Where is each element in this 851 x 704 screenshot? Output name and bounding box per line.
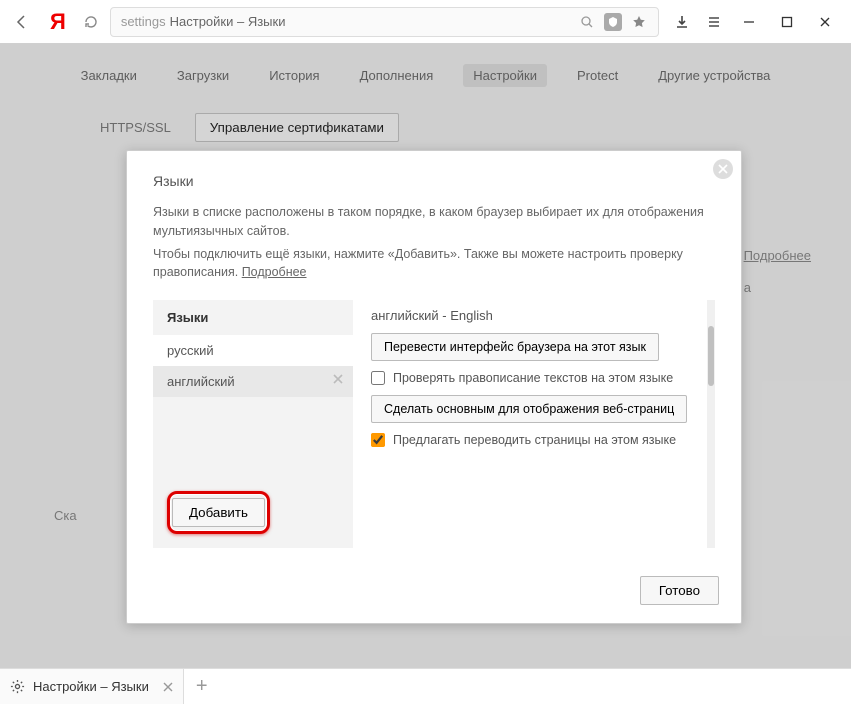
address-prefix: settings [121, 14, 166, 29]
offer-translate-label: Предлагать переводить страницы на этом я… [393, 433, 676, 447]
language-list-panel: Языки русскийанглийский Добавить [153, 300, 353, 548]
window-maximize-button[interactable] [775, 10, 799, 34]
shield-icon[interactable] [604, 13, 622, 31]
bookmark-star-icon[interactable] [630, 13, 648, 31]
tab-bar: Настройки – Языки + [0, 668, 851, 704]
modal-description-2: Чтобы подключить ещё языки, нажмите «Доб… [153, 245, 715, 283]
address-title: Настройки – Языки [170, 14, 286, 29]
add-language-button[interactable]: Добавить [172, 498, 265, 527]
new-tab-button[interactable]: + [184, 675, 220, 698]
tab-label: Настройки – Языки [33, 679, 149, 694]
language-detail-panel: английский - English Перевести интерфейс… [353, 300, 715, 548]
modal-title: Языки [153, 173, 715, 189]
content-area: ЗакладкиЗагрузкиИсторияДополненияНастрой… [0, 44, 851, 668]
spellcheck-checkbox[interactable] [371, 371, 385, 385]
learn-more-link[interactable]: Подробнее [242, 265, 307, 279]
translate-ui-button[interactable]: Перевести интерфейс браузера на этот язы… [371, 333, 659, 361]
add-button-highlight: Добавить [167, 491, 270, 534]
browser-tab[interactable]: Настройки – Языки [0, 669, 184, 704]
window-minimize-button[interactable] [737, 10, 761, 34]
languages-modal: Языки Языки в списке расположены в таком… [126, 150, 742, 624]
address-bar[interactable]: settings Настройки – Языки [110, 7, 659, 37]
done-button[interactable]: Готово [640, 576, 719, 605]
set-primary-button[interactable]: Сделать основным для отображения веб-стр… [371, 395, 687, 423]
tab-close-button[interactable] [163, 682, 173, 692]
gear-icon [10, 679, 25, 694]
language-item[interactable]: русский [153, 335, 353, 366]
yandex-logo[interactable]: Я [50, 9, 66, 35]
offer-translate-checkbox-row[interactable]: Предлагать переводить страницы на этом я… [371, 433, 697, 447]
language-item[interactable]: английский [153, 366, 353, 397]
selected-language-title: английский - English [371, 308, 697, 323]
window-close-button[interactable] [813, 10, 837, 34]
browser-toolbar: Я settings Настройки – Языки [0, 0, 851, 44]
search-icon[interactable] [578, 13, 596, 31]
spellcheck-checkbox-row[interactable]: Проверять правописание текстов на этом я… [371, 371, 697, 385]
modal-description-1: Языки в списке расположены в таком поряд… [153, 203, 715, 241]
spellcheck-label: Проверять правописание текстов на этом я… [393, 371, 673, 385]
modal-close-button[interactable] [713, 159, 733, 179]
remove-language-icon[interactable] [333, 374, 343, 384]
language-list-header: Языки [153, 300, 353, 335]
reload-button[interactable] [80, 11, 102, 33]
scrollbar-thumb[interactable] [708, 326, 714, 386]
menu-icon[interactable] [705, 13, 723, 31]
offer-translate-checkbox[interactable] [371, 433, 385, 447]
downloads-icon[interactable] [673, 13, 691, 31]
back-button[interactable] [8, 8, 36, 36]
modal-scrollbar[interactable] [707, 300, 715, 548]
